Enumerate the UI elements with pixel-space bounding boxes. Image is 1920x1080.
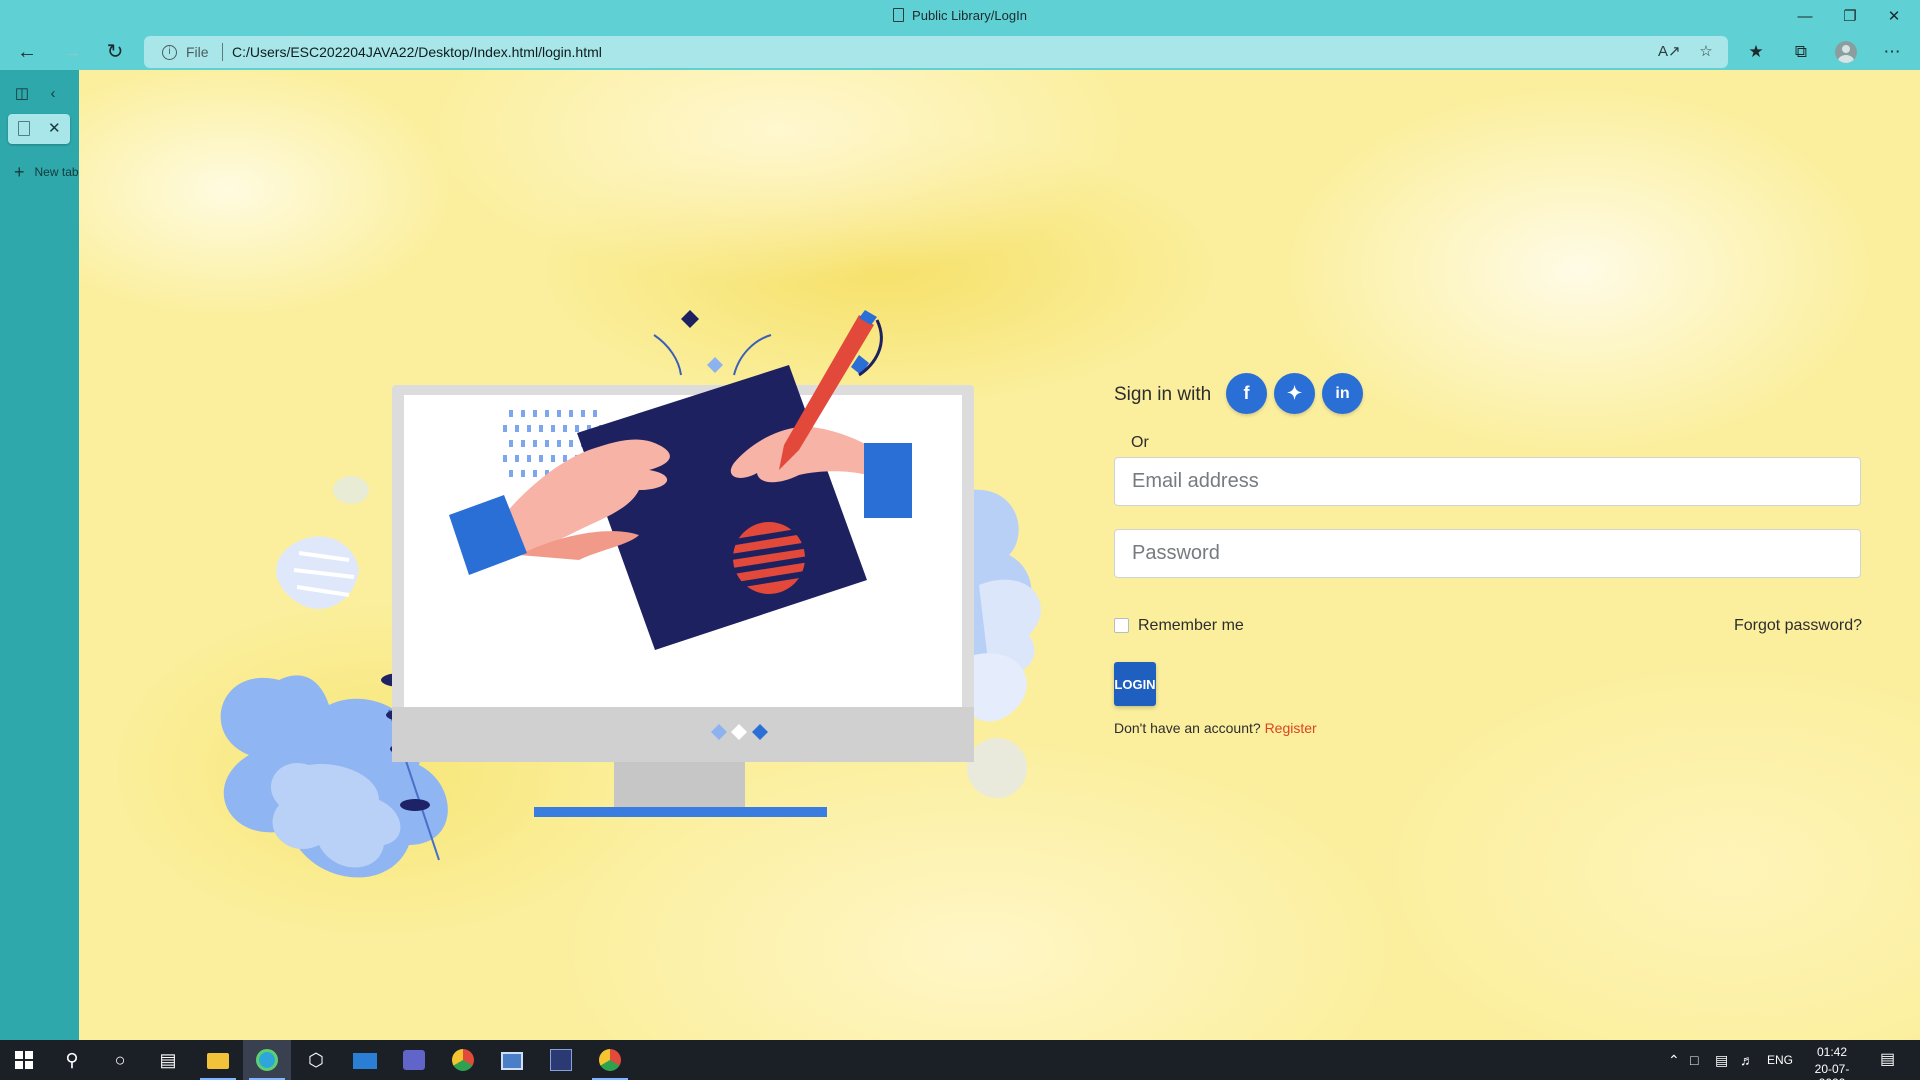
monitor-neck — [614, 762, 745, 810]
login-button[interactable]: LOGIN — [1114, 662, 1156, 706]
plus-icon: + — [14, 162, 25, 182]
language-indicator[interactable]: ENG — [1767, 1040, 1793, 1080]
address-bar-row: ← → ↻ i File C:/Users/ESC202204JAVA22/De… — [0, 34, 1920, 70]
window-title-text: Public Library/LogIn — [912, 8, 1027, 23]
favorites-icon[interactable]: ★ — [1741, 38, 1771, 66]
forward-button[interactable]: → — [57, 38, 87, 66]
register-link[interactable]: Register — [1265, 720, 1317, 736]
bg-blob-1 — [333, 476, 369, 504]
app-hexagon-icon[interactable]: ⬡ — [292, 1040, 340, 1080]
bg-blob-2 — [967, 738, 1027, 798]
tab-active[interactable]: ✕ — [8, 114, 70, 144]
chrome-profile-icon[interactable] — [586, 1040, 634, 1080]
facebook-button[interactable]: f — [1226, 373, 1267, 414]
password-field[interactable] — [1114, 529, 1861, 578]
clock-time: 01:42 — [1816, 1045, 1848, 1059]
windows-icon — [15, 1051, 33, 1069]
new-tab-label: New tab — [34, 165, 79, 179]
window-title: Public Library/LogIn — [0, 8, 1920, 23]
new-tab-button[interactable]: + New tab — [14, 162, 79, 183]
float-diamond-dark — [681, 310, 699, 328]
sign-in-with-label: Sign in with — [1114, 384, 1212, 405]
float-diamond-light — [707, 357, 723, 373]
remote-desktop-icon[interactable] — [488, 1040, 536, 1080]
close-tab-icon[interactable]: ✕ — [48, 119, 61, 137]
twitter-button[interactable]: ✦ — [1274, 373, 1315, 414]
chrome-icon[interactable] — [439, 1040, 487, 1080]
register-prompt: Don't have an account? Register — [1114, 720, 1317, 736]
remember-label: Remember me — [1138, 617, 1244, 634]
refresh-button[interactable]: ↻ — [100, 38, 130, 66]
right-sleeve — [864, 443, 912, 518]
tab-actions-icon[interactable]: ◫ — [12, 84, 32, 104]
page-icon — [893, 8, 905, 22]
collections-icon[interactable]: ⧉ — [1786, 38, 1816, 66]
search-icon[interactable]: ⚲ — [48, 1040, 96, 1080]
email-field[interactable] — [1114, 457, 1861, 506]
url-scheme: File — [186, 44, 209, 60]
network-icon[interactable]: ▤ — [1715, 1040, 1728, 1080]
teams-icon[interactable] — [390, 1040, 438, 1080]
linkedin-button[interactable]: in — [1322, 373, 1363, 414]
clock[interactable]: 01:42 20-07-2022 — [1803, 1040, 1861, 1080]
eclipse-icon[interactable] — [537, 1040, 585, 1080]
cortana-icon[interactable]: ○ — [96, 1040, 144, 1080]
address-bar[interactable]: i File C:/Users/ESC202204JAVA22/Desktop/… — [144, 36, 1728, 68]
float-arc-1 — [653, 334, 682, 376]
more-menu-icon[interactable]: ⋯ — [1877, 38, 1907, 66]
url-separator — [222, 43, 223, 61]
volume-icon[interactable]: ♬ — [1740, 1040, 1754, 1080]
edge-browser-icon[interactable] — [243, 1040, 291, 1080]
linkedin-icon: in — [1335, 385, 1350, 402]
facebook-icon: f — [1243, 383, 1250, 403]
info-icon[interactable]: i — [162, 45, 177, 60]
or-divider: Or — [1131, 434, 1149, 451]
collapse-sidebar-icon[interactable]: ‹ — [43, 84, 63, 104]
remember-checkbox[interactable] — [1114, 618, 1129, 633]
page-content: Sign in with f ✦ in Or Remember me Forgo… — [79, 70, 1920, 1040]
clock-date: 20-07-2022 — [1814, 1062, 1850, 1080]
tab-page-icon — [18, 121, 30, 136]
file-explorer-icon[interactable] — [194, 1040, 242, 1080]
vertical-tabs-sidebar: ◫ ‹ ✕ + New tab — [0, 70, 79, 1040]
mail-icon[interactable] — [341, 1040, 389, 1080]
illustration — [220, 310, 1041, 878]
close-window-button[interactable]: ✕ — [1872, 4, 1916, 30]
monitor-base — [534, 807, 827, 817]
security-icon[interactable]: □ — [1690, 1040, 1698, 1080]
restore-button[interactable]: ❐ — [1828, 4, 1872, 30]
monitor-chin — [392, 707, 974, 762]
social-signin-row: Sign in with f ✦ in — [1114, 372, 1862, 414]
minimize-button[interactable]: — — [1783, 4, 1827, 30]
task-view-icon[interactable]: ▤ — [144, 1040, 192, 1080]
title-bar: Public Library/LogIn — ❐ ✕ — [0, 0, 1920, 34]
twitter-icon: ✦ — [1286, 383, 1303, 403]
taskbar: ⚲ ○ ▤ ⬡ ⌃ □ ▤ ♬ ENG 01:42 20-07-2022 ▤ — [0, 1040, 1920, 1080]
no-account-text: Don't have an account? — [1114, 720, 1261, 736]
leaf-dot-4 — [400, 799, 430, 811]
add-favorite-icon[interactable]: ☆ — [1695, 41, 1717, 63]
read-aloud-icon[interactable]: A↗ — [1658, 41, 1681, 63]
profile-avatar[interactable] — [1835, 41, 1857, 63]
start-button[interactable] — [0, 1040, 48, 1080]
forgot-password-link[interactable]: Forgot password? — [1734, 617, 1862, 635]
float-arc-2 — [733, 334, 772, 376]
back-button[interactable]: ← — [12, 38, 42, 66]
url-text[interactable]: C:/Users/ESC202204JAVA22/Desktop/Index.h… — [232, 44, 602, 60]
notifications-icon[interactable]: ▤ — [1880, 1040, 1895, 1080]
show-hidden-icons[interactable]: ⌃ — [1668, 1040, 1680, 1080]
